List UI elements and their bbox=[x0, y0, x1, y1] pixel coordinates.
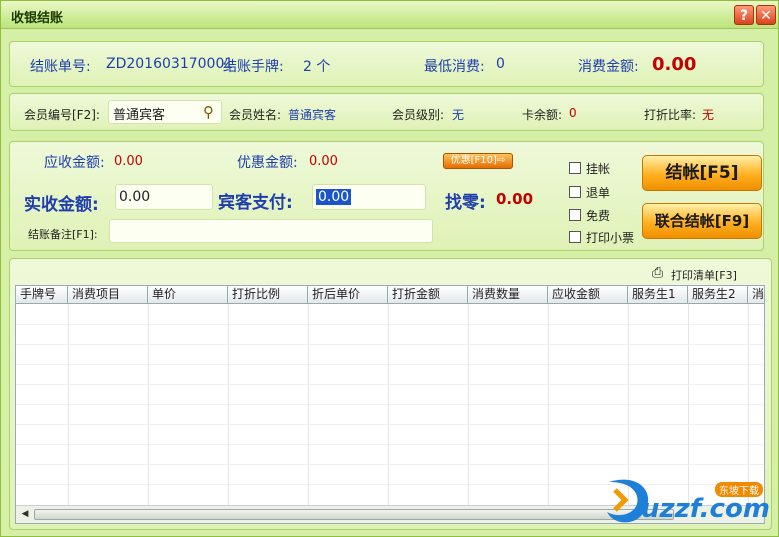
consume-amount-label: 消费金额: bbox=[578, 59, 639, 75]
print-receipt-label: 打印小票 bbox=[586, 231, 635, 245]
on-account-checkbox[interactable] bbox=[569, 162, 581, 174]
watermark-badge: 东坡下载 bbox=[715, 482, 763, 497]
title-bar[interactable]: 收银结账 ? ✕ bbox=[1, 1, 778, 29]
actual-received-field[interactable]: 0.00 bbox=[115, 184, 213, 210]
col-quantity[interactable]: 消费数量 bbox=[468, 286, 548, 304]
guest-pay-field[interactable]: 0.00 bbox=[312, 184, 426, 210]
tags-value: 2 个 bbox=[303, 59, 331, 75]
col-item[interactable]: 消费项目 bbox=[68, 286, 148, 304]
discount-rate-value: 无 bbox=[702, 108, 715, 122]
remark-input[interactable] bbox=[109, 219, 433, 243]
free-label: 免费 bbox=[586, 209, 611, 223]
scroll-thumb[interactable] bbox=[34, 509, 674, 520]
card-balance-value: 0 bbox=[569, 106, 577, 120]
bill-info-panel: 结账单号: ZD201603170001 结账手牌: 2 个 最低消费: 0 消… bbox=[9, 41, 764, 87]
change-label: 找零: bbox=[445, 193, 486, 213]
refund-label: 退单 bbox=[586, 186, 611, 200]
scroll-left-icon[interactable]: ◀ bbox=[18, 508, 32, 521]
min-consume-value: 0 bbox=[496, 56, 505, 72]
member-panel: 会员编号[F2]: 普通宾客 ⚲ 会员姓名: 普通宾客 会员级别: 无 卡余额:… bbox=[9, 93, 764, 131]
member-name-label: 会员姓名: bbox=[229, 108, 282, 122]
checkout-window: 收银结账 ? ✕ 结账单号: ZD201603170001 结账手牌: 2 个 … bbox=[0, 0, 779, 537]
col-discounted-price[interactable]: 折后单价 bbox=[308, 286, 388, 304]
free-checkbox[interactable] bbox=[569, 209, 581, 221]
member-name-value: 普通宾客 bbox=[288, 108, 337, 122]
col-more[interactable]: 消 bbox=[748, 286, 764, 304]
guest-pay-label: 宾客支付: bbox=[218, 193, 293, 213]
col-discount-amount[interactable]: 打折金额 bbox=[388, 286, 468, 304]
member-no-field[interactable]: 普通宾客 ⚲ bbox=[108, 100, 222, 124]
member-no-value: 普通宾客 bbox=[113, 108, 166, 123]
bill-no-label: 结账单号: bbox=[30, 59, 91, 75]
question-icon: ? bbox=[739, 8, 749, 24]
change-value: 0.00 bbox=[496, 190, 534, 208]
tags-label: 结账手牌: bbox=[223, 59, 284, 75]
col-waiter-2[interactable]: 服务生2 bbox=[688, 286, 748, 304]
on-account-label: 挂帐 bbox=[586, 162, 611, 176]
discount-button-label: 优惠[F10] bbox=[450, 155, 497, 166]
search-icon[interactable]: ⚲ bbox=[203, 103, 214, 121]
col-discount-ratio[interactable]: 打折比例 bbox=[228, 286, 308, 304]
close-icon: ✕ bbox=[760, 8, 772, 24]
table-header: 手牌号 消费项目 单价 打折比例 折后单价 打折金额 消费数量 应收金额 服务生… bbox=[16, 286, 764, 304]
col-receivable[interactable]: 应收金额 bbox=[548, 286, 628, 304]
watermark-logo: uzzf.com 东坡下载 bbox=[601, 476, 771, 528]
checkout-button[interactable]: 结帐[F5] bbox=[642, 155, 762, 191]
discount-amount-label: 优惠金额: bbox=[237, 155, 298, 171]
guest-pay-value: 0.00 bbox=[316, 189, 352, 205]
discount-amount-value: 0.00 bbox=[309, 154, 338, 169]
window-title: 收银结账 bbox=[11, 11, 64, 26]
discount-rate-label: 打折比率: bbox=[644, 108, 697, 122]
payment-panel: 应收金额: 0.00 优惠金额: 0.00 优惠[F10]⇨ 实收金额: 0.0… bbox=[9, 141, 764, 251]
discount-button[interactable]: 优惠[F10]⇨ bbox=[443, 153, 513, 169]
close-button[interactable]: ✕ bbox=[756, 5, 776, 25]
col-waiter-1[interactable]: 服务生1 bbox=[628, 286, 688, 304]
joint-checkout-button-label: 联合结帐[F9] bbox=[654, 212, 750, 230]
checkout-button-label: 结帐[F5] bbox=[665, 163, 739, 183]
print-list-button[interactable]: 打印清单[F3] bbox=[671, 267, 737, 283]
help-button[interactable]: ? bbox=[734, 5, 754, 25]
receivable-value: 0.00 bbox=[114, 154, 143, 169]
watermark-text: uzzf.com bbox=[641, 494, 770, 524]
actual-received-value: 0.00 bbox=[119, 189, 151, 205]
col-unit-price[interactable]: 单价 bbox=[148, 286, 228, 304]
print-receipt-checkbox[interactable] bbox=[569, 231, 581, 243]
arrow-right-icon: ⇨ bbox=[496, 155, 506, 166]
card-balance-label: 卡余额: bbox=[522, 108, 563, 122]
printer-icon[interactable]: ⎙ bbox=[652, 265, 663, 281]
consume-amount-value: 0.00 bbox=[652, 54, 697, 75]
remark-label: 结账备注[F1]: bbox=[28, 228, 98, 241]
receivable-label: 应收金额: bbox=[44, 155, 105, 171]
member-level-label: 会员级别: bbox=[392, 108, 445, 122]
min-consume-label: 最低消费: bbox=[424, 59, 485, 75]
member-level-value: 无 bbox=[452, 108, 465, 122]
bill-no-value: ZD201603170001 bbox=[106, 56, 234, 72]
col-tag-no[interactable]: 手牌号 bbox=[16, 286, 68, 304]
refund-checkbox[interactable] bbox=[569, 186, 581, 198]
joint-checkout-button[interactable]: 联合结帐[F9] bbox=[642, 203, 762, 239]
actual-received-label: 实收金额: bbox=[24, 195, 99, 215]
member-no-label: 会员编号[F2]: bbox=[24, 108, 100, 122]
